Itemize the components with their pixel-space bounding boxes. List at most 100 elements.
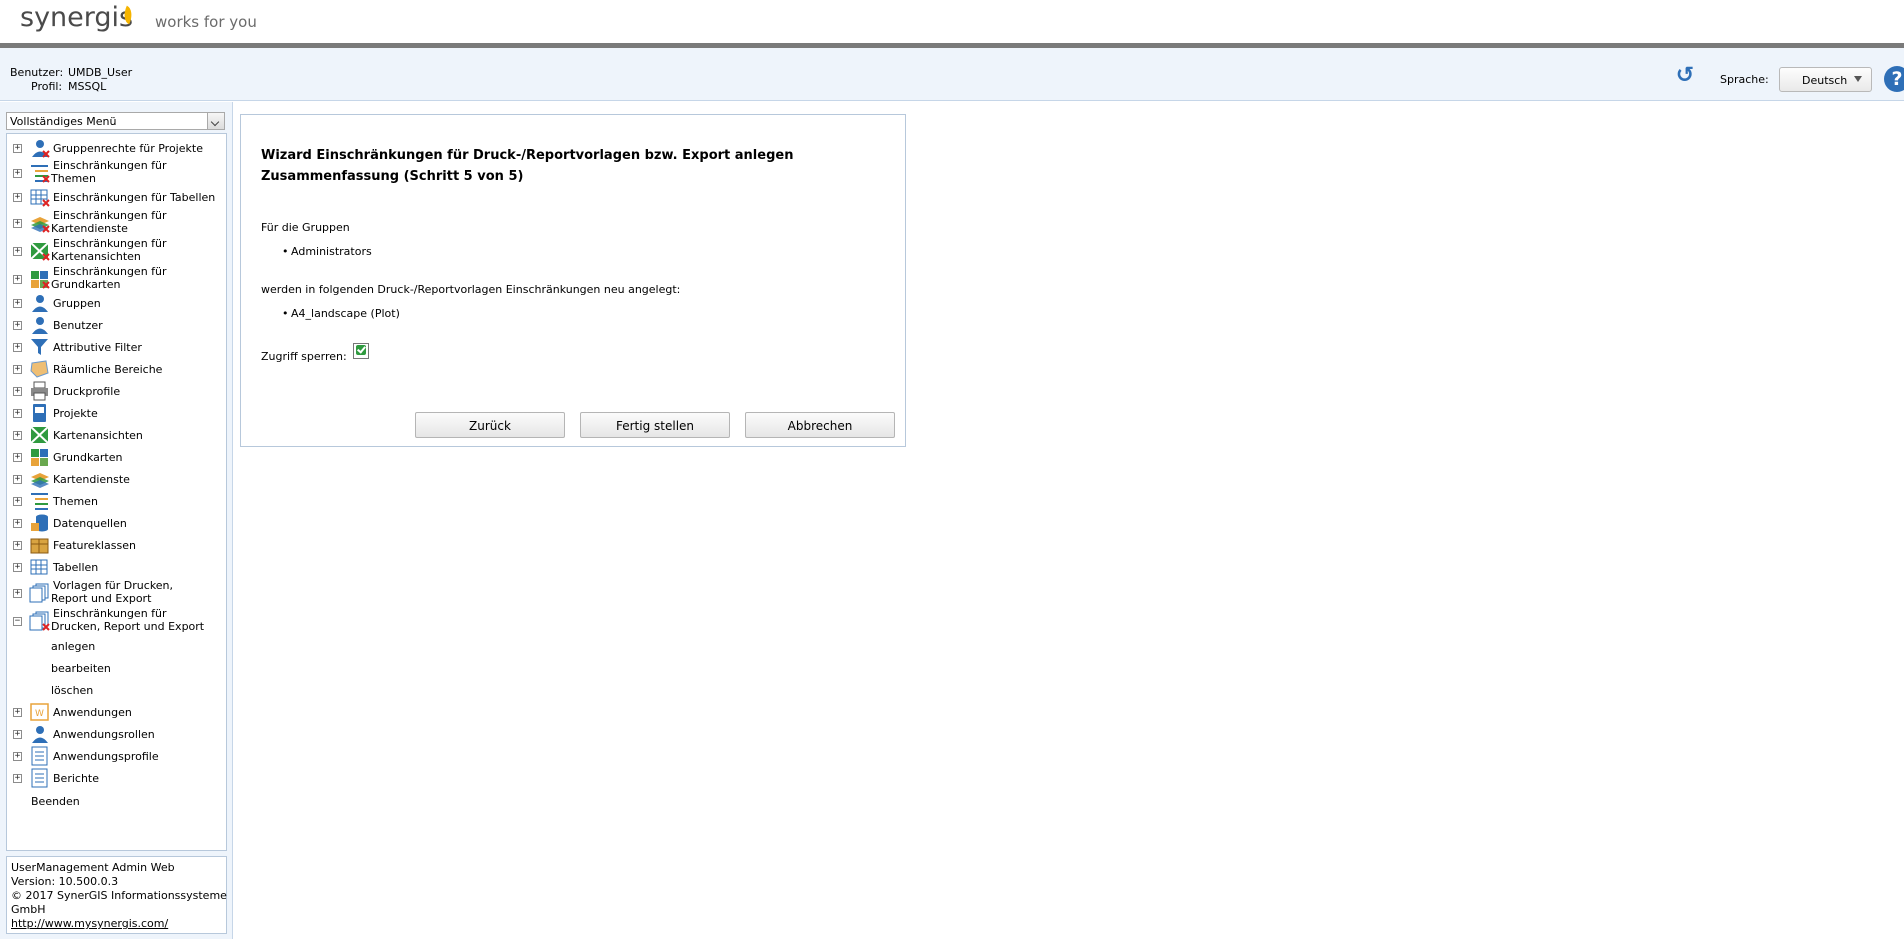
- expand-icon[interactable]: +: [13, 365, 22, 374]
- expand-icon[interactable]: +: [13, 730, 22, 739]
- tree-item-berichte[interactable]: + Berichte: [7, 768, 226, 788]
- tree-item-label-line2: Report und Export: [51, 592, 152, 605]
- collapse-icon[interactable]: −: [13, 617, 22, 626]
- refresh-icon[interactable]: ↺: [1673, 64, 1697, 88]
- featureclass-icon: [29, 535, 50, 555]
- datasource-icon: [29, 513, 50, 533]
- tree-item-label: Datenquellen: [53, 517, 127, 530]
- subitem-loeschen[interactable]: löschen: [51, 684, 93, 697]
- tree-item-gruppenrechte-fuer-projekte[interactable]: + Gruppenrechte für Projekte: [7, 139, 226, 157]
- expand-icon[interactable]: +: [13, 475, 22, 484]
- expand-icon[interactable]: +: [13, 497, 22, 506]
- user-value: UMDB_User: [68, 66, 133, 79]
- tree-item-kartenansichten[interactable]: + Kartenansichten: [7, 425, 226, 445]
- expand-icon[interactable]: +: [13, 563, 22, 572]
- tree-item-label: Gruppen: [53, 297, 101, 310]
- expand-icon[interactable]: +: [13, 387, 22, 396]
- synergis-logo: synergis: [20, 2, 134, 33]
- expand-icon[interactable]: +: [13, 589, 22, 598]
- back-button[interactable]: Zurück: [415, 412, 565, 438]
- tree-item-einschraenkungen-drucken-report-export[interactable]: − Einschränkungen für Drucken, Report un…: [7, 606, 226, 634]
- user-icon: [29, 315, 50, 335]
- sidebar: Vollständiges Menü W: [0, 102, 233, 939]
- themes-icon: [29, 491, 50, 511]
- expand-icon[interactable]: +: [13, 299, 22, 308]
- cancel-button[interactable]: Abbrechen: [745, 412, 895, 438]
- tree-item-label: Berichte: [53, 772, 99, 785]
- tree-item-grundkarten[interactable]: + Grundkarten: [7, 447, 226, 467]
- application-roles-icon: [29, 724, 50, 744]
- copyright-company-suffix: GmbH: [11, 903, 46, 916]
- chevron-down-icon[interactable]: [207, 113, 224, 129]
- help-icon[interactable]: ?: [1884, 66, 1904, 92]
- tree-item-label: Anwendungsrollen: [53, 728, 155, 741]
- expand-icon[interactable]: +: [13, 541, 22, 550]
- tree-item-projekte[interactable]: + Projekte: [7, 403, 226, 423]
- tree-item-label: Gruppenrechte für Projekte: [53, 142, 203, 155]
- profile-label: Profil:: [31, 80, 63, 93]
- expand-icon[interactable]: +: [13, 774, 22, 783]
- tree-item-label: Attributive Filter: [53, 341, 142, 354]
- basemap-icon: [29, 447, 50, 467]
- tree-item-label: Einschränkungen für: [53, 265, 167, 278]
- menu-select[interactable]: Vollständiges Menü: [6, 112, 225, 130]
- tree-item-druckprofile[interactable]: + Druckprofile: [7, 381, 226, 401]
- expand-icon[interactable]: +: [13, 409, 22, 418]
- tree-item-datenquellen[interactable]: + Datenquellen: [7, 513, 226, 533]
- expand-icon[interactable]: +: [13, 193, 22, 202]
- wizard-title-line1: Wizard Einschränkungen für Druck-/Report…: [261, 148, 794, 163]
- language-select[interactable]: Deutsch: [1779, 67, 1872, 92]
- user-info-bar: [0, 48, 1904, 101]
- tree-item-anwendungen[interactable]: + Anwendungen: [7, 702, 226, 722]
- expand-icon[interactable]: +: [13, 343, 22, 352]
- exit-link[interactable]: Beenden: [31, 795, 80, 808]
- tree-item-kartendienste[interactable]: + Kartendienste: [7, 469, 226, 489]
- navigation-tree: W + Gruppenrechte für Projekte + Einschr…: [6, 133, 227, 851]
- lock-access-checkbox[interactable]: [353, 343, 369, 359]
- expand-icon[interactable]: +: [13, 519, 22, 528]
- tree-item-label: Einschränkungen für Tabellen: [53, 191, 216, 204]
- tree-item-label: Benutzer: [53, 319, 103, 332]
- expand-icon[interactable]: +: [13, 708, 22, 717]
- tree-item-benutzer[interactable]: + Benutzer: [7, 315, 226, 335]
- subitem-bearbeiten[interactable]: bearbeiten: [51, 662, 111, 675]
- tree-item-label: Einschränkungen für: [53, 209, 167, 222]
- print-restriction-icon: [29, 611, 50, 631]
- tree-item-einschraenkungen-kartendienste[interactable]: + Einschränkungen für Kartendienste: [7, 208, 226, 236]
- tree-item-einschraenkungen-themen[interactable]: + Einschränkungen für Themen: [7, 158, 226, 186]
- tree-item-label: Druckprofile: [53, 385, 121, 398]
- tree-item-label: Kartenansichten: [53, 429, 143, 442]
- tree-item-anwendungsprofile[interactable]: + Anwendungsprofile: [7, 746, 226, 766]
- tree-item-label: Themen: [53, 495, 98, 508]
- tree-item-anwendungsrollen[interactable]: + Anwendungsrollen: [7, 724, 226, 744]
- expand-icon[interactable]: +: [13, 321, 22, 330]
- tree-item-tabellen[interactable]: + Tabellen: [7, 557, 226, 577]
- tree-item-einschraenkungen-kartenansichten[interactable]: + Einschränkungen für Kartenansichten: [7, 236, 226, 264]
- tree-item-vorlagen-drucken-report-export[interactable]: + Vorlagen für Drucken, Report und Expor…: [7, 578, 226, 606]
- expand-icon[interactable]: +: [13, 431, 22, 440]
- tree-item-raeumliche-bereiche[interactable]: + Räumliche Bereiche: [7, 359, 226, 379]
- expand-icon[interactable]: +: [13, 169, 22, 178]
- tree-item-einschraenkungen-tabellen[interactable]: + Einschränkungen für Tabellen: [7, 188, 226, 206]
- mapview-icon: [29, 425, 50, 445]
- finish-button[interactable]: Fertig stellen: [580, 412, 730, 438]
- expand-icon[interactable]: +: [13, 247, 22, 256]
- subitem-anlegen[interactable]: anlegen: [51, 640, 95, 653]
- website-link[interactable]: http://www.mysynergis.com/: [11, 917, 168, 930]
- expand-icon[interactable]: +: [13, 219, 22, 228]
- expand-icon[interactable]: +: [13, 453, 22, 462]
- tree-item-label: Tabellen: [53, 561, 99, 574]
- tree-item-label-line2: Kartenansichten: [51, 250, 141, 263]
- tree-item-themen[interactable]: + Themen: [7, 491, 226, 511]
- printer-icon: [29, 381, 50, 401]
- tree-item-einschraenkungen-grundkarten[interactable]: + Einschränkungen für Grundkarten: [7, 264, 226, 292]
- tree-item-gruppen[interactable]: + Gruppen: [7, 293, 226, 313]
- expand-icon[interactable]: +: [13, 144, 22, 153]
- chevron-down-icon: [1854, 76, 1862, 82]
- expand-icon[interactable]: +: [13, 275, 22, 284]
- tree-item-attributive-filter[interactable]: + Attributive Filter: [7, 337, 226, 357]
- template-list-item: A4_landscape (Plot): [282, 307, 400, 320]
- tree-item-featureklassen[interactable]: + Featureklassen: [7, 535, 226, 555]
- expand-icon[interactable]: +: [13, 752, 22, 761]
- tree-item-label-line2: Drucken, Report und Export: [51, 620, 205, 633]
